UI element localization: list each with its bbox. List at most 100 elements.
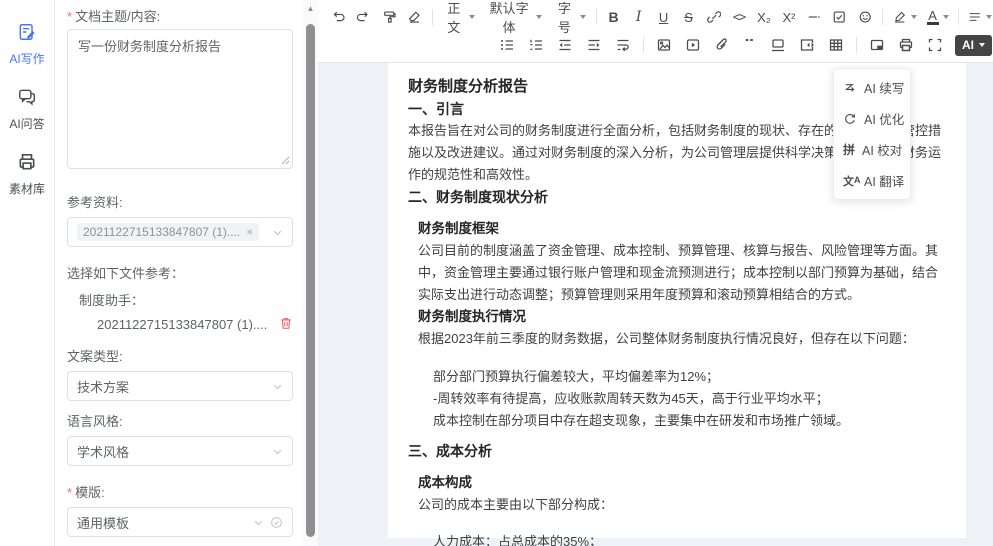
chevron-down-icon (272, 227, 283, 238)
ai-menu-button[interactable]: AI (955, 35, 992, 56)
menu-item-label: AI 校对 (862, 140, 902, 159)
doc-list-item: 成本控制在部分项目中存在超支现象，主要集中在研发和市场推广领域。 (433, 410, 946, 432)
reference-tag: 2021122715133847807 (1).... × (77, 223, 259, 241)
caret-down-icon (943, 15, 949, 19)
language-style-value: 学术风格 (77, 442, 129, 461)
print-button[interactable] (897, 34, 915, 56)
bullet-list-button[interactable] (498, 34, 516, 56)
toolbar-divider (958, 9, 959, 25)
generation-form: *文档主题/内容: 写一份财务制度分析报告 参考资料: 202112271513… (55, 0, 303, 546)
embed-window-button[interactable] (868, 34, 886, 56)
doc-subheading: 财务制度框架 (418, 218, 946, 240)
fullscreen-button[interactable] (926, 34, 944, 56)
highlight-color-button[interactable] (892, 6, 917, 28)
sidebar-item-ai-qa[interactable]: AI问答 (9, 87, 44, 132)
font-family-select[interactable]: 默认字体 (485, 6, 543, 28)
insert-video-button[interactable] (684, 34, 702, 56)
menu-item-label: AI 优化 (864, 109, 904, 128)
sidebar-item-label: AI问答 (9, 115, 44, 132)
menu-item-label: AI 续写 (864, 78, 904, 97)
translate-icon: 文A (843, 173, 857, 189)
doc-heading: 三、成本分析 (408, 440, 946, 462)
bold-button[interactable]: B (606, 6, 622, 28)
font-size-select[interactable]: 字号 (552, 6, 587, 28)
topic-label: *文档主题/内容: (67, 6, 293, 25)
file-reference-label: 选择如下文件参考： (67, 263, 293, 282)
caret-down-icon (979, 43, 985, 47)
horizontal-rule-button[interactable] (806, 6, 822, 28)
doc-paragraph: 公司的成本主要由以下部分构成： (418, 494, 946, 516)
required-asterisk: * (67, 9, 72, 24)
strikethrough-button[interactable]: S (681, 6, 697, 28)
inline-code-button[interactable]: <> (731, 6, 747, 28)
resize-handle-icon[interactable] (281, 153, 290, 168)
doc-subheading: 成本构成 (418, 472, 946, 494)
italic-button[interactable]: I (631, 6, 647, 28)
caret-down-icon (469, 15, 475, 19)
trash-icon[interactable] (279, 316, 293, 333)
template-label: *模版: (67, 482, 293, 501)
ai-dropdown-menu: AI 续写 AI 优化 拼 AI 校对 文A AI 翻译 (833, 68, 911, 200)
doc-paragraph: 根据2023年前三季度的财务数据，公司整体财务制度执行情况良好，但存在以下问题： (418, 328, 946, 350)
reference-tag-text: 2021122715133847807 (1).... (83, 225, 240, 239)
toolbar-divider (856, 37, 857, 53)
emoji-button[interactable] (857, 6, 873, 28)
ordered-list-button[interactable] (527, 34, 545, 56)
chat-icon (17, 87, 37, 112)
file-group-label: 制度助手： (79, 290, 293, 309)
paragraph-style-select[interactable]: 正文 (442, 6, 477, 28)
color-swatch (927, 22, 939, 25)
topic-input[interactable]: 写一份财务制度分析报告 (67, 29, 293, 169)
align-button[interactable] (967, 6, 992, 28)
superscript-button[interactable]: X² (781, 6, 797, 28)
caret-down-icon (911, 15, 917, 19)
redo-button[interactable] (355, 6, 371, 28)
library-icon (17, 152, 37, 177)
doc-type-value: 技术方案 (77, 377, 129, 396)
proofread-icon: 拼 (843, 141, 855, 158)
template-value: 通用模板 (77, 513, 129, 532)
toolbar-divider (432, 9, 433, 25)
todo-checkbox-button[interactable] (831, 6, 847, 28)
menu-item-label: AI 翻译 (864, 171, 904, 190)
attachment-button[interactable] (713, 34, 731, 56)
link-icon[interactable] (706, 6, 722, 28)
outdent-button[interactable] (556, 34, 574, 56)
template-select[interactable]: 通用模板 (67, 507, 293, 537)
line-break-button[interactable] (614, 34, 632, 56)
doc-type-select[interactable]: 技术方案 (67, 371, 293, 401)
form-scrollbar[interactable]: ▲ (303, 0, 318, 546)
caret-down-icon (986, 15, 992, 19)
menu-item-ai-translate[interactable]: 文A AI 翻译 (834, 165, 910, 196)
blockquote-button[interactable]: “ (742, 34, 758, 56)
font-color-button[interactable]: A (927, 6, 949, 28)
code-block-button[interactable] (798, 34, 816, 56)
tag-close-icon[interactable]: × (246, 225, 253, 239)
underline-button[interactable]: U (656, 6, 672, 28)
language-style-select[interactable]: 学术风格 (67, 436, 293, 466)
template-status-icon (270, 516, 283, 529)
reference-select[interactable]: 2021122715133847807 (1).... × (67, 217, 293, 247)
doc-paragraph: 公司目前的制度涵盖了资金管理、成本控制、预算管理、核算与报告、风险管理等方面。其… (418, 240, 946, 306)
continue-writing-icon (843, 81, 857, 95)
scroll-up-icon[interactable]: ▲ (303, 4, 318, 13)
insert-table-button[interactable] (827, 34, 845, 56)
required-asterisk: * (67, 485, 72, 500)
scrollbar-thumb[interactable] (306, 24, 315, 537)
sidebar-item-material-library[interactable]: 素材库 (9, 152, 45, 197)
menu-item-ai-proofread[interactable]: 拼 AI 校对 (834, 134, 910, 165)
insert-image-button[interactable] (655, 34, 673, 56)
menu-item-ai-continue[interactable]: AI 续写 (834, 72, 910, 103)
menu-item-ai-optimize[interactable]: AI 优化 (834, 103, 910, 134)
doc-subheading: 财务制度执行情况 (418, 306, 946, 328)
sidebar-item-label: 素材库 (9, 180, 45, 197)
editor-toolbar: 正文 默认字体 字号 B I U S <> X₂ X² A (318, 0, 993, 63)
divider-block-button[interactable] (769, 34, 787, 56)
sidebar-item-ai-writing[interactable]: AI写作 (9, 22, 44, 67)
eraser-button[interactable] (406, 6, 422, 28)
nav-rail: AI写作 AI问答 素材库 (0, 0, 55, 546)
subscript-button[interactable]: X₂ (756, 6, 772, 28)
format-painter-button[interactable] (381, 6, 397, 28)
indent-button[interactable] (585, 34, 603, 56)
undo-button[interactable] (330, 6, 346, 28)
